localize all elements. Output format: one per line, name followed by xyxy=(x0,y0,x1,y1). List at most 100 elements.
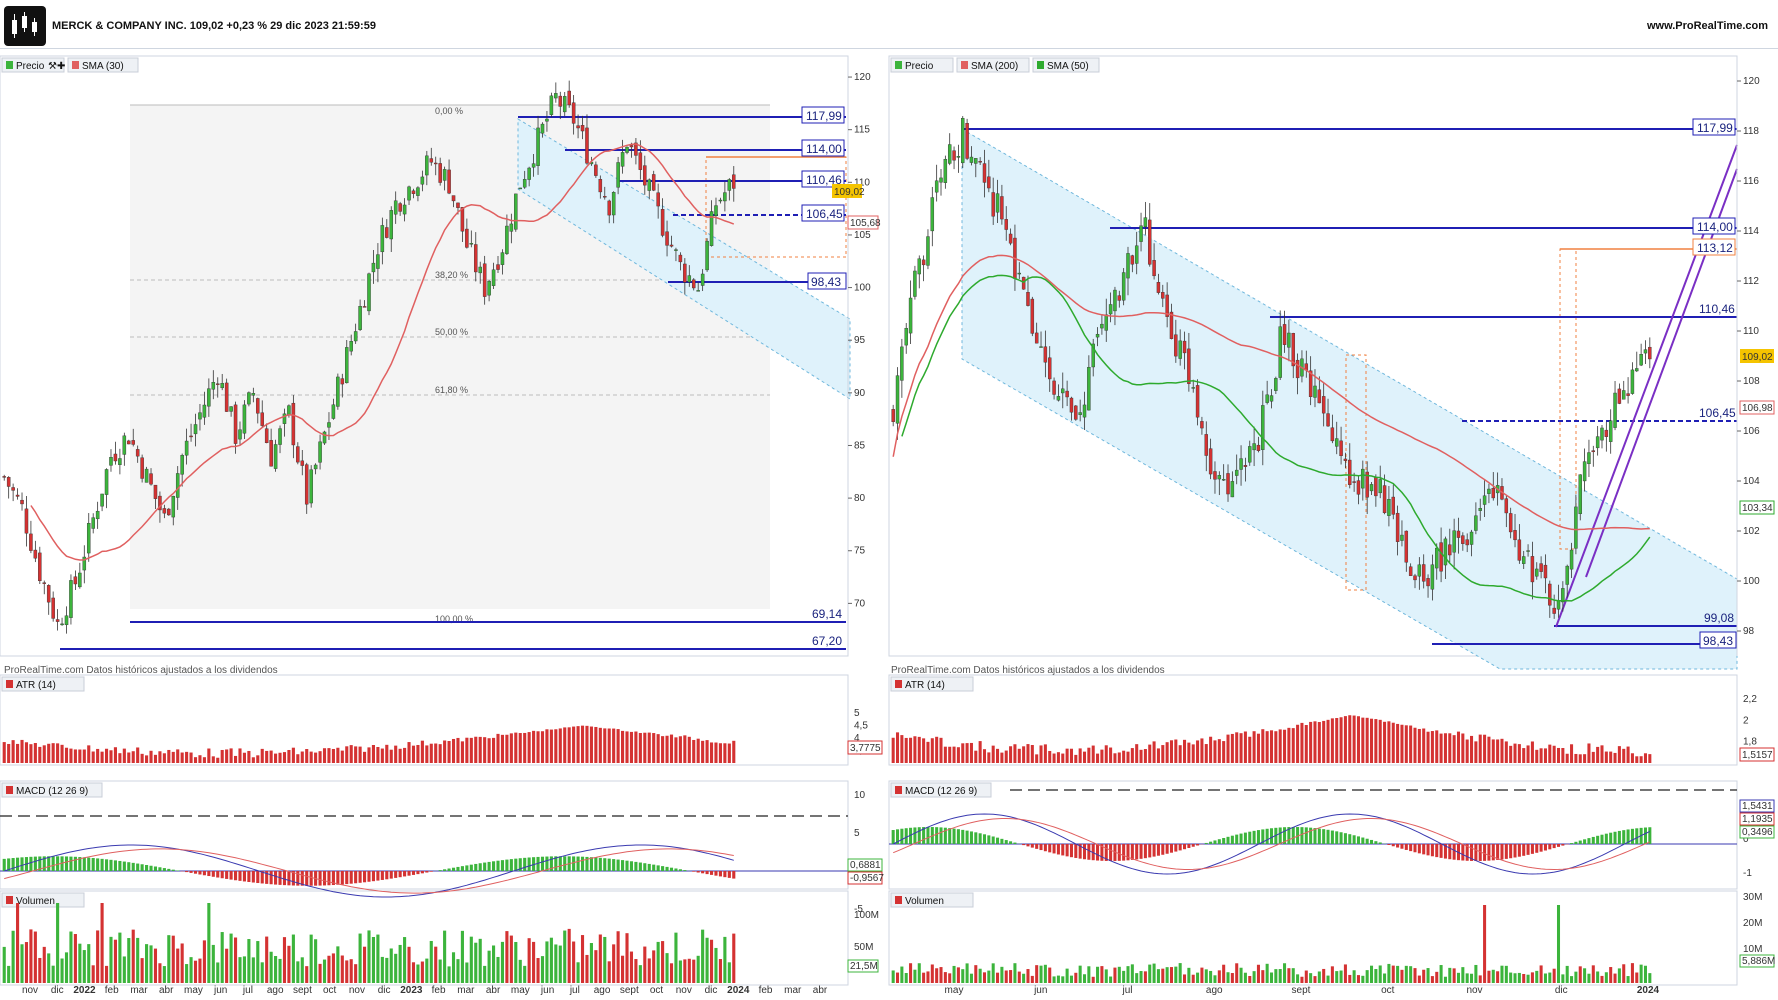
atr-bar xyxy=(274,753,278,763)
price-tick-label: 118 xyxy=(1743,126,1759,137)
candle xyxy=(1274,378,1278,391)
candle xyxy=(1278,326,1282,378)
volume-bar xyxy=(638,965,642,983)
candle xyxy=(224,382,229,412)
macd-hist-bar xyxy=(158,867,162,871)
atr-chip[interactable]: ATR (14) xyxy=(890,676,974,692)
atr-bar xyxy=(1183,739,1187,763)
macd-hist-bar xyxy=(1304,827,1308,844)
macd-hist-bar xyxy=(1013,842,1017,844)
volume-bar xyxy=(193,960,198,983)
atr-chip[interactable]: ATR (14) xyxy=(1,676,85,692)
volume-bar xyxy=(158,963,162,983)
volume-bar xyxy=(1222,964,1226,983)
volume-bar xyxy=(1139,971,1143,983)
candle xyxy=(891,409,895,422)
macd-hist-bar xyxy=(443,869,447,871)
macd-hist-bar xyxy=(1004,840,1008,844)
candle xyxy=(264,428,269,444)
volume-bar xyxy=(478,938,482,983)
volume-bar xyxy=(982,972,987,983)
candle xyxy=(349,341,353,352)
macd-hist-bar xyxy=(380,871,384,880)
volume-bar xyxy=(1069,975,1073,983)
candle xyxy=(895,375,900,424)
macd-hist-bar xyxy=(496,860,500,871)
candle xyxy=(140,457,144,479)
candle xyxy=(1004,219,1008,230)
candle xyxy=(969,156,974,163)
macd-hist-bar xyxy=(1082,844,1087,860)
sma200-chip[interactable]: SMA (200) xyxy=(956,57,1030,73)
volume-bar xyxy=(1583,968,1587,983)
volume-bar xyxy=(701,929,705,983)
atr-bar xyxy=(687,736,691,763)
atr-bar xyxy=(1091,745,1095,763)
prorealtime-logo-icon[interactable] xyxy=(4,6,46,46)
atr-bar xyxy=(1461,733,1465,763)
macd-hist-bar xyxy=(589,857,593,871)
macd-hist-bar xyxy=(1330,830,1334,844)
level-box: 98,43 xyxy=(807,272,847,290)
candle xyxy=(1226,473,1230,495)
volume-bar xyxy=(576,962,580,983)
macd-hist-bar xyxy=(1591,836,1595,844)
atr-bar xyxy=(1609,751,1613,763)
volume-bar xyxy=(1178,963,1182,983)
macd-hist-bar xyxy=(145,864,149,871)
volume-bar xyxy=(1330,966,1334,983)
macd-hist-bar xyxy=(193,871,198,874)
website-link[interactable]: www.ProRealTime.com xyxy=(1647,20,1768,32)
atr-bar xyxy=(1617,746,1621,763)
price-chip[interactable]: Precio xyxy=(890,57,954,73)
price-tick-label: 116 xyxy=(1743,176,1759,187)
atr-bar xyxy=(20,739,24,763)
candle xyxy=(939,177,943,183)
atr-bar xyxy=(322,748,327,763)
macd-hist-bar xyxy=(16,857,20,871)
candle xyxy=(1178,340,1182,359)
candle xyxy=(20,499,24,505)
atr-bar xyxy=(300,751,304,763)
candle xyxy=(1508,513,1513,533)
macd-hist-bar xyxy=(407,871,411,876)
macd-hist-bar xyxy=(1187,844,1191,848)
atr-bar xyxy=(269,750,273,763)
volume-bar xyxy=(621,955,625,983)
right-panel: 117,99 114,00 113,12 110,46 106,45 99,08… xyxy=(888,55,1775,996)
macd-hist-bar xyxy=(1461,844,1465,861)
volume-bar xyxy=(1556,905,1561,983)
volume-bar xyxy=(913,969,917,983)
atr-bar xyxy=(1365,717,1369,763)
macd-hist-bar xyxy=(1574,841,1578,844)
atr-bar xyxy=(1317,722,1321,763)
volume-bar xyxy=(567,928,571,983)
volume-chip[interactable]: Volumen xyxy=(890,892,974,908)
macd-chip[interactable]: MACD (12 26 9) xyxy=(890,782,992,798)
macd-hist-bar xyxy=(1517,844,1521,857)
candle xyxy=(487,281,491,296)
candle xyxy=(1539,563,1543,572)
price-chip[interactable]: Precio ⚒ ✚ xyxy=(1,57,65,73)
candle xyxy=(193,424,198,435)
volume-bar xyxy=(1096,966,1100,983)
macd-hist-bar xyxy=(1570,843,1574,844)
volume-bar xyxy=(1169,967,1174,983)
atr-bar xyxy=(1096,753,1100,763)
candle xyxy=(1469,531,1474,545)
macd-hist-bar xyxy=(367,871,371,882)
volume-chip[interactable]: Volumen xyxy=(1,892,85,908)
volume-bar xyxy=(714,947,718,983)
atr-bar xyxy=(403,747,407,763)
macd-hist-bar xyxy=(118,860,122,871)
sma-chip[interactable]: SMA (30) xyxy=(67,57,139,73)
macd-hist-bar xyxy=(1578,840,1582,844)
sma50-chip[interactable]: SMA (50) xyxy=(1032,57,1100,73)
volume-bar xyxy=(305,966,309,983)
volume-bar xyxy=(309,934,313,983)
macd-chip[interactable]: MACD (12 26 9) xyxy=(1,782,103,798)
volume-bar xyxy=(1483,905,1487,983)
atr-bar xyxy=(1604,751,1608,763)
candle xyxy=(238,429,242,440)
macd-hist-bar xyxy=(1622,830,1626,844)
